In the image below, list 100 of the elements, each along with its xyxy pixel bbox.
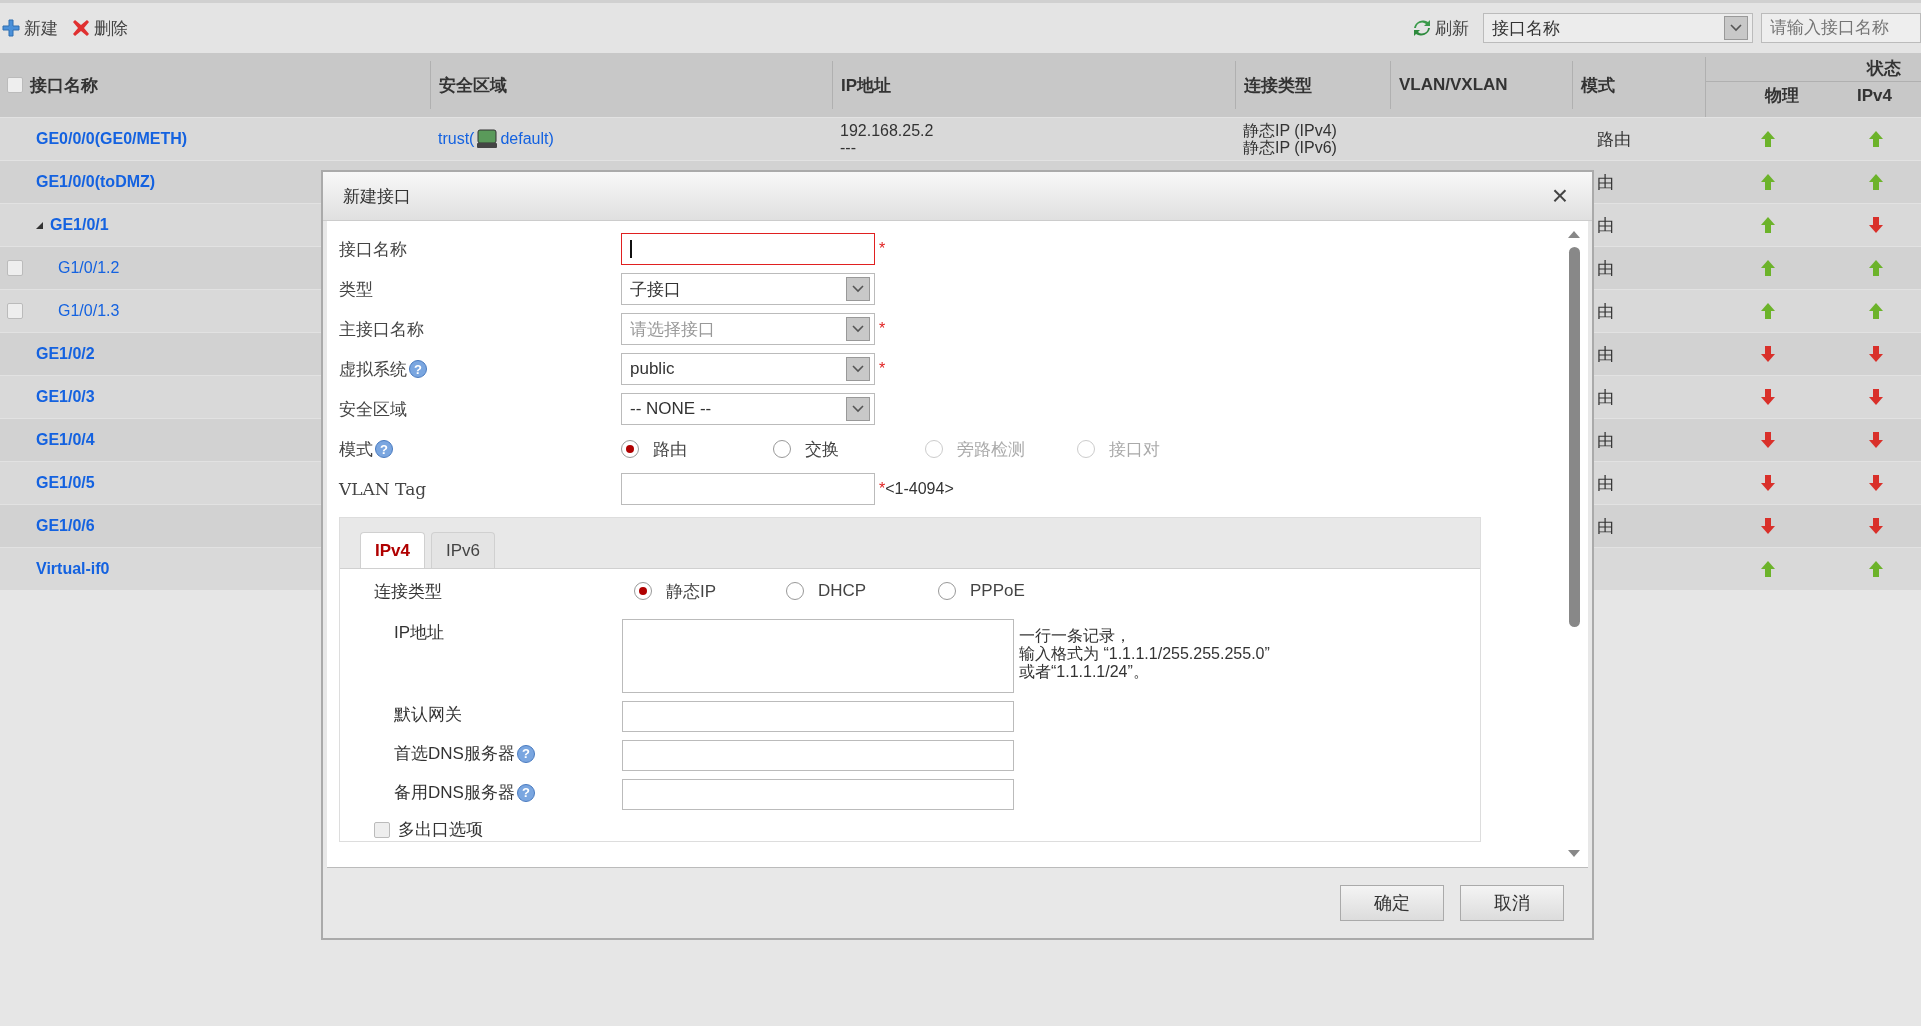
column-header: 状态 — [1706, 57, 1921, 82]
radio-option[interactable]: DHCP — [786, 579, 938, 603]
column-header: VLAN/VXLAN — [1399, 75, 1508, 95]
mode-text: 由 — [1597, 429, 1614, 452]
scroll-up-icon[interactable] — [1567, 229, 1581, 239]
connection-type: 静态IP (IPv4) — [1243, 122, 1337, 139]
chevron-down-icon — [852, 405, 864, 413]
connection-type: 静态IP (IPv6) — [1243, 139, 1337, 156]
interface-link[interactable]: GE1/0/4 — [36, 431, 95, 449]
column-header: IPv4 — [1857, 85, 1892, 107]
column-header: 物理 — [1765, 85, 1799, 107]
chevron-down-icon — [852, 325, 864, 333]
input-field[interactable] — [622, 701, 1014, 732]
chevron-down-icon — [852, 285, 864, 293]
zone-link[interactable]: default) — [500, 130, 554, 148]
checkbox[interactable] — [7, 303, 23, 319]
ip-address: 192.168.25.2 — [840, 122, 934, 139]
field-label: 默认网关 — [394, 704, 462, 726]
mode-text: 由 — [1597, 171, 1614, 194]
ip-address: --- — [840, 139, 856, 156]
interface-link[interactable]: GE1/0/6 — [36, 517, 95, 535]
radio-option[interactable]: 路由 — [621, 437, 773, 461]
tab[interactable]: IPv4 — [360, 532, 425, 568]
mode-text: 由 — [1597, 472, 1614, 495]
radio-option[interactable]: 静态IP — [634, 579, 786, 603]
field-label: 虚拟系统 — [339, 357, 407, 381]
select-field[interactable]: 子接口 — [621, 273, 875, 305]
interface-link[interactable]: G1/0/1.2 — [58, 259, 120, 277]
search-field[interactable]: 请输入接口名称 — [1761, 13, 1921, 43]
mode-text: 由 — [1597, 386, 1614, 409]
checkbox[interactable] — [7, 260, 23, 276]
mode-text: 由 — [1597, 343, 1614, 366]
checkbox-option[interactable]: 多出口选项 — [374, 818, 1480, 841]
field-label: IP地址 — [394, 622, 445, 644]
format-hint: 一行一条记录， 输入格式为 “1.1.1.1/255.255.255.0” 或者“1.1.1.1/24”。 — [1018, 626, 1270, 681]
input-field[interactable] — [621, 233, 875, 265]
field-label: 连接类型 — [374, 581, 442, 601]
help-icon[interactable]: ? — [409, 360, 427, 378]
cancel-button[interactable]: 取消 — [1460, 885, 1564, 921]
field-label: 备用DNS服务器 — [394, 782, 515, 804]
field-label: 类型 — [339, 277, 373, 301]
interface-link[interactable]: GE0/0/0(GE0/METH) — [36, 130, 188, 148]
mode-text: 由 — [1597, 300, 1614, 323]
select-field[interactable]: -- NONE -- — [621, 393, 875, 425]
refresh-button[interactable]: 刷新 — [1413, 16, 1477, 40]
radio-option[interactable]: 交换 — [773, 437, 925, 461]
monitor-icon — [476, 129, 499, 149]
field-label: 接口名称 — [339, 237, 407, 261]
interface-link[interactable]: G1/0/1.3 — [58, 302, 120, 320]
expand-icon[interactable] — [34, 220, 44, 230]
text-area[interactable] — [622, 619, 1014, 693]
column-header: 模式 — [1581, 74, 1615, 97]
required-mark: * — [879, 320, 886, 338]
input-field[interactable] — [622, 740, 1014, 771]
delete-icon — [72, 19, 90, 37]
field-label: 安全区域 — [339, 397, 407, 421]
column-header: 安全区域 — [439, 74, 507, 97]
filter-select[interactable]: 接口名称 — [1483, 13, 1753, 43]
close-button[interactable]: × — [1547, 182, 1572, 210]
help-icon[interactable]: ? — [516, 744, 535, 763]
mode-text: 路由 — [1597, 128, 1631, 151]
field-label: 主接口名称 — [339, 317, 424, 341]
field-label: VLAN Tag — [339, 479, 427, 499]
tab[interactable]: IPv6 — [431, 532, 495, 568]
required-mark: * — [879, 360, 886, 378]
input-field[interactable] — [621, 473, 875, 505]
interface-link[interactable]: GE1/0/2 — [36, 345, 95, 363]
interface-link[interactable]: GE1/0/3 — [36, 388, 95, 406]
chevron-down-icon — [1730, 24, 1742, 32]
delete-button[interactable]: 删除 — [72, 16, 136, 40]
confirm-button[interactable]: 确定 — [1340, 885, 1444, 921]
field-label: 首选DNS服务器 — [394, 743, 515, 765]
field-label: 模式 — [339, 437, 373, 461]
required-mark: * — [879, 480, 886, 498]
mode-text: 由 — [1597, 515, 1614, 538]
required-mark: * — [879, 240, 886, 258]
chevron-down-icon — [852, 365, 864, 373]
mode-text: 由 — [1597, 214, 1614, 237]
column-header: IP地址 — [841, 74, 892, 97]
scroll-down-icon[interactable] — [1567, 849, 1581, 859]
select-field[interactable]: public — [621, 353, 875, 385]
interface-link[interactable]: GE1/0/1 — [50, 216, 109, 234]
help-icon[interactable]: ? — [375, 440, 393, 458]
column-header: 接口名称 — [30, 74, 98, 97]
interface-link[interactable]: GE1/0/0(toDMZ) — [36, 173, 156, 191]
zone-link[interactable]: trust( — [438, 130, 475, 148]
refresh-icon — [1413, 18, 1431, 38]
column-header: 连接类型 — [1244, 74, 1312, 97]
plus-icon — [2, 19, 20, 37]
checkbox[interactable] — [7, 77, 23, 93]
interface-link[interactable]: Virtual-if0 — [36, 560, 110, 578]
mode-text: 由 — [1597, 257, 1614, 280]
interface-link[interactable]: GE1/0/5 — [36, 474, 95, 492]
help-icon[interactable]: ? — [516, 783, 535, 802]
dialog-title: 新建接口 — [343, 185, 411, 208]
range-hint: <1-4094> — [885, 480, 954, 498]
new-button[interactable]: 新建 — [2, 16, 66, 40]
input-field[interactable] — [622, 779, 1014, 810]
radio-option[interactable]: PPPoE — [938, 579, 1090, 603]
select-field[interactable]: 请选择接口 — [621, 313, 875, 345]
